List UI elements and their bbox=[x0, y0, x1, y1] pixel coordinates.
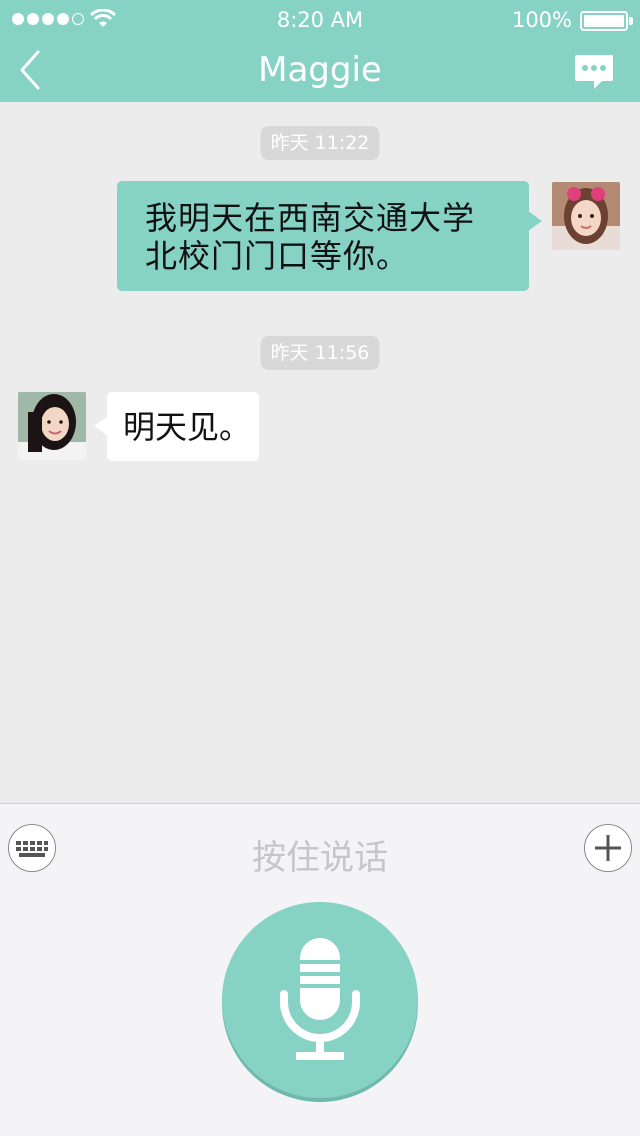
microphone-icon bbox=[280, 938, 360, 1060]
contact-avatar[interactable] bbox=[18, 392, 86, 460]
hold-to-talk-label: 按住说话 bbox=[252, 838, 388, 878]
outgoing-message-bubble[interactable]: 我明天在西南交通大学 北校门门口等你。 bbox=[117, 181, 542, 291]
battery-icon bbox=[580, 11, 628, 31]
chat-menu-button[interactable] bbox=[574, 53, 614, 91]
my-avatar[interactable] bbox=[552, 182, 620, 250]
message-timestamp: 昨天 11:56 bbox=[260, 336, 380, 370]
status-bar: 8:20 AM 100% bbox=[0, 0, 640, 40]
top-bar: 8:20 AM 100% Maggie bbox=[0, 0, 640, 102]
incoming-message-bubble[interactable]: 明天见。 bbox=[94, 392, 259, 461]
page-title: Maggie bbox=[258, 50, 382, 90]
hold-to-talk-button[interactable] bbox=[222, 902, 418, 1098]
chat-bubble-icon bbox=[575, 55, 613, 89]
message-text: 明天见。 bbox=[123, 408, 252, 446]
message-text-line: 北校门门口等你。 bbox=[145, 237, 410, 275]
message-timestamp: 昨天 11:22 bbox=[260, 126, 380, 160]
message-text-line: 我明天在西南交通大学 bbox=[145, 199, 476, 237]
back-button[interactable] bbox=[14, 46, 54, 94]
more-options-button[interactable] bbox=[584, 824, 632, 872]
keyboard-icon bbox=[15, 840, 48, 857]
battery-percent: 100% bbox=[511, 8, 572, 32]
voice-input-panel: 按住说话 bbox=[0, 803, 640, 1136]
chevron-left-icon bbox=[20, 50, 40, 90]
plus-icon bbox=[594, 834, 621, 861]
keyboard-toggle-button[interactable] bbox=[8, 824, 56, 872]
